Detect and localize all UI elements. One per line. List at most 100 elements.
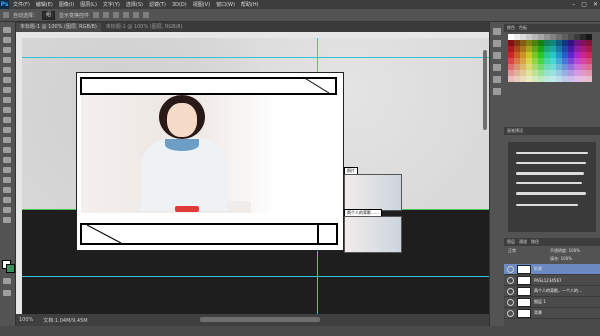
- quick-mask-icon[interactable]: [3, 278, 11, 284]
- thumbnail-2[interactable]: [344, 216, 402, 253]
- eye-icon[interactable]: [507, 309, 514, 317]
- layer-row[interactable]: 背景: [504, 308, 600, 319]
- layer-thumbnail: [517, 275, 531, 285]
- type-tool-icon[interactable]: [3, 177, 11, 183]
- stamp-tool-icon[interactable]: [3, 107, 11, 113]
- menu-filter[interactable]: 滤镜(T): [149, 1, 166, 8]
- layer-row[interactable]: 两个人的背影，一个人的…: [504, 286, 600, 297]
- eye-icon[interactable]: [507, 298, 514, 306]
- layer-row[interactable]: P6SL1234567: [504, 275, 600, 286]
- document-tab-bar: 未标题-1 @ 100% (图层, RGB/8) 未标题-1 @ 100% (图…: [16, 22, 489, 32]
- brush-stroke[interactable]: [516, 192, 586, 195]
- brush-stroke[interactable]: [516, 182, 582, 184]
- shape-tool-icon[interactable]: [3, 197, 11, 203]
- layer-name: 背景: [534, 310, 542, 315]
- tab-layers[interactable]: 图层: [507, 239, 515, 245]
- show-transform-checkbox[interactable]: 显示变换控件: [59, 12, 89, 19]
- dodge-tool-icon[interactable]: [3, 157, 11, 163]
- fill-field[interactable]: 填充: 100%: [550, 256, 572, 262]
- tools-panel: [0, 22, 16, 326]
- menu-bar: Ps 文件(F) 编辑(E) 图像(I) 图层(L) 文字(Y) 选择(S) 滤…: [0, 0, 600, 9]
- eyedropper-tool-icon[interactable]: [3, 77, 11, 83]
- swatches-grid[interactable]: [508, 34, 596, 86]
- crop-tool-icon[interactable]: [3, 67, 11, 73]
- tab-brush-presets[interactable]: 画笔预设: [507, 128, 523, 134]
- brush-stroke[interactable]: [516, 204, 578, 206]
- eye-icon[interactable]: [507, 265, 514, 273]
- menu-image[interactable]: 图像(I): [59, 1, 74, 8]
- quick-select-tool-icon[interactable]: [3, 57, 11, 63]
- layer-name: P6SL1234567: [534, 277, 562, 283]
- maximize-button[interactable]: ▢: [581, 1, 587, 8]
- eye-icon[interactable]: [507, 276, 514, 284]
- auto-select-checkbox[interactable]: 自动选择：: [13, 12, 38, 19]
- menu-view[interactable]: 视图(V): [193, 1, 210, 8]
- align-bottom-icon[interactable]: [113, 12, 120, 18]
- opacity-field[interactable]: 不透明度: 100%: [550, 248, 580, 254]
- info-panel-icon[interactable]: [493, 52, 501, 59]
- paragraph-panel-icon[interactable]: [493, 76, 501, 83]
- marquee-tool-icon[interactable]: [3, 37, 11, 43]
- layer-row[interactable]: 图层 1: [504, 297, 600, 308]
- vertical-scrollbar[interactable]: [483, 50, 487, 130]
- gradient-tool-icon[interactable]: [3, 137, 11, 143]
- layer-row[interactable]: 形状: [504, 264, 600, 275]
- layers-panel-tabs: 图层 通道 路径: [504, 238, 600, 246]
- close-button[interactable]: ✕: [593, 1, 598, 8]
- menu-layer[interactable]: 图层(L): [80, 1, 97, 8]
- screen-mode-icon[interactable]: [3, 290, 11, 296]
- thumbnail-1[interactable]: [344, 174, 402, 211]
- align-left-icon[interactable]: [123, 12, 130, 18]
- healing-tool-icon[interactable]: [3, 87, 11, 93]
- auto-select-dropdown[interactable]: 组: [42, 10, 56, 20]
- history-brush-tool-icon[interactable]: [3, 117, 11, 123]
- tab-color[interactable]: 颜色: [507, 25, 515, 31]
- brush-tool-icon[interactable]: [3, 97, 11, 103]
- path-select-tool-icon[interactable]: [3, 187, 11, 193]
- hand-tool-icon[interactable]: [3, 207, 11, 213]
- menu-3d[interactable]: 3D(D): [172, 2, 187, 8]
- align-middle-icon[interactable]: [103, 12, 110, 18]
- eye-icon[interactable]: [507, 287, 514, 295]
- brush-panel-icon[interactable]: [493, 88, 501, 95]
- menu-edit[interactable]: 编辑(E): [36, 1, 53, 8]
- tab-active-document[interactable]: 未标题-1 @ 100% (图层, RGB/8): [16, 23, 101, 32]
- guide-line: [22, 276, 489, 277]
- brush-presets-list[interactable]: [508, 142, 596, 232]
- move-tool-icon[interactable]: [3, 27, 11, 33]
- brush-stroke[interactable]: [516, 162, 586, 164]
- pen-tool-icon[interactable]: [3, 167, 11, 173]
- move-tool-icon[interactable]: [3, 12, 9, 18]
- menu-help[interactable]: 帮助(H): [241, 1, 259, 8]
- diagonal-lines: [86, 76, 330, 244]
- history-panel-icon[interactable]: [493, 28, 501, 35]
- canvas-area[interactable]: 照片 两个人的背影……: [22, 38, 489, 314]
- menu-type[interactable]: 文字(Y): [103, 1, 120, 8]
- horizontal-scrollbar[interactable]: [200, 317, 320, 322]
- background-color-swatch[interactable]: [6, 264, 15, 273]
- align-top-icon[interactable]: [93, 12, 100, 18]
- blend-mode-dropdown[interactable]: 正常: [508, 248, 516, 254]
- zoom-tool-icon[interactable]: [3, 217, 11, 223]
- color-swatch[interactable]: [586, 76, 592, 82]
- menu-select[interactable]: 选择(S): [126, 1, 143, 8]
- minimize-button[interactable]: –: [572, 1, 575, 8]
- menu-file[interactable]: 文件(F): [13, 1, 30, 8]
- lasso-tool-icon[interactable]: [3, 47, 11, 53]
- tab-second-document[interactable]: 未标题-1 @ 100% (图层, RGB/8): [101, 23, 187, 32]
- align-center-icon[interactable]: [133, 12, 140, 18]
- tab-channels[interactable]: 通道: [519, 239, 527, 245]
- menu-window[interactable]: 窗口(W): [216, 1, 235, 8]
- brush-panel-tabs: 画笔预设: [504, 127, 600, 135]
- eraser-tool-icon[interactable]: [3, 127, 11, 133]
- align-right-icon[interactable]: [143, 12, 150, 18]
- properties-panel-icon[interactable]: [493, 40, 501, 47]
- artboard[interactable]: [76, 72, 344, 251]
- tab-paths[interactable]: 路径: [531, 239, 539, 245]
- blur-tool-icon[interactable]: [3, 147, 11, 153]
- tab-swatches[interactable]: 色板: [519, 25, 527, 31]
- brush-stroke[interactable]: [516, 152, 588, 154]
- brush-stroke[interactable]: [516, 172, 584, 175]
- zoom-level[interactable]: 100%: [19, 317, 33, 323]
- character-panel-icon[interactable]: [493, 64, 501, 71]
